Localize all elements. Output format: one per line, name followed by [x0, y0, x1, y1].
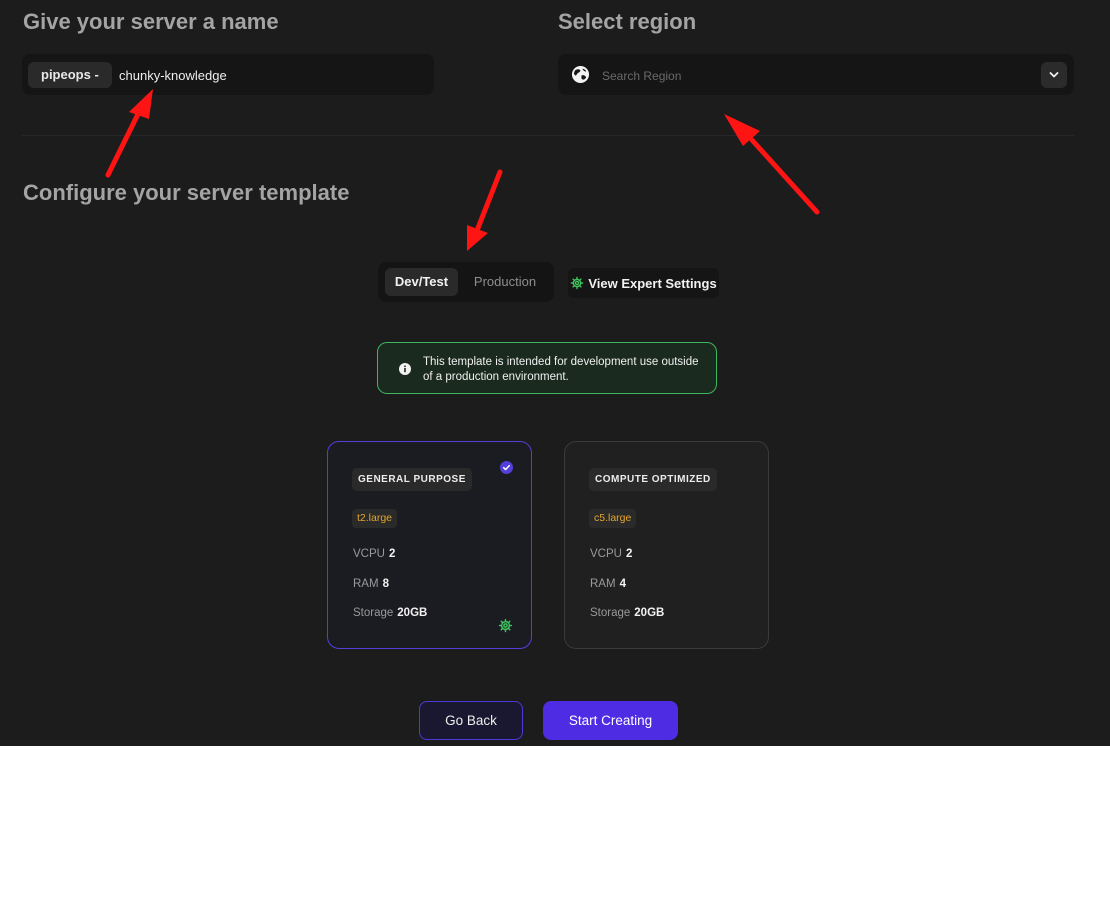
server-name-input[interactable] — [117, 54, 421, 97]
tab-dev-test[interactable]: Dev/Test — [385, 268, 458, 296]
globe-icon — [571, 65, 590, 84]
annotation-arrowhead-region — [724, 114, 760, 146]
card-badge: COMPUTE OPTIMIZED — [589, 468, 717, 491]
server-name-title: Give your server a name — [23, 9, 279, 34]
template-card-general-purpose[interactable]: GENERAL PURPOSE t2.large VCPU 2 RAM 8 Stor… — [327, 441, 532, 649]
start-creating-button[interactable]: Start Creating — [543, 701, 678, 740]
spec-vcpu: VCPU 2 — [353, 548, 396, 560]
instance-type: c5.large — [589, 509, 637, 528]
gear-icon — [571, 276, 584, 290]
spec-ram: RAM 4 — [590, 578, 626, 590]
expert-settings-label: View Expert Settings — [588, 275, 717, 291]
tab-production[interactable]: Production — [463, 268, 547, 296]
card-badge: GENERAL PURPOSE — [352, 468, 472, 491]
spec-vcpu: VCPU 2 — [590, 548, 633, 560]
notice-text: This template is intended for developmen… — [423, 356, 699, 383]
region-search-input[interactable] — [600, 54, 1024, 97]
spec-ram: RAM 8 — [353, 578, 389, 590]
region-dropdown-button[interactable] — [1041, 62, 1067, 88]
template-card-compute-optimized[interactable]: COMPUTE OPTIMIZED c5.large VCPU 2 RAM 4 St… — [564, 441, 769, 649]
create-server-page: Give your server a name pipeops - Select… — [0, 0, 1110, 746]
spec-storage: Storage 20GB — [590, 607, 665, 619]
template-tabs: Dev/Test Production — [378, 262, 554, 302]
template-title: Configure your server template — [23, 180, 350, 205]
chevron-down-icon — [1049, 72, 1059, 78]
section-divider — [22, 135, 1074, 136]
view-expert-settings-button[interactable]: View Expert Settings — [568, 268, 719, 298]
server-name-prefix: pipeops - — [28, 62, 112, 88]
spec-storage: Storage 20GB — [353, 607, 428, 619]
annotation-arrow-name — [105, 107, 143, 178]
go-back-button[interactable]: Go Back — [419, 701, 523, 740]
annotation-arrow-tabs — [475, 169, 503, 231]
check-circle-icon — [500, 461, 513, 474]
region-title: Select region — [558, 9, 697, 34]
annotation-arrowhead-tabs — [467, 225, 488, 251]
info-icon — [399, 363, 411, 375]
annotation-arrow-region — [749, 137, 820, 215]
template-notice: This template is intended for developmen… — [377, 342, 717, 394]
region-select[interactable] — [558, 54, 1074, 97]
server-name-field[interactable]: pipeops - — [22, 54, 434, 97]
instance-type: t2.large — [352, 509, 398, 528]
gear-icon[interactable] — [498, 618, 513, 633]
